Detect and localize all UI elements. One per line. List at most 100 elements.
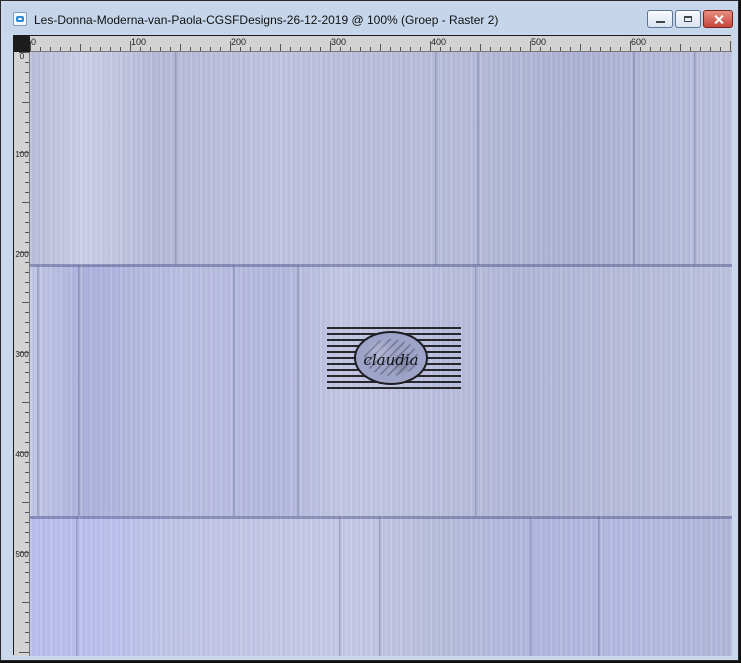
ruler-top-tick <box>100 47 101 51</box>
ruler-top-tick <box>350 47 351 51</box>
ruler-left-tick <box>19 352 29 353</box>
ruler-top-tick <box>700 47 701 51</box>
ruler-top-tick <box>120 47 121 51</box>
ruler-top-tick <box>440 47 441 51</box>
ruler-top-tick <box>200 47 201 51</box>
ruler-top-tick <box>310 47 311 51</box>
ruler-top-tick <box>630 41 631 51</box>
ruler-top-tick <box>660 47 661 51</box>
ruler-top-label-400: 400 <box>431 37 447 47</box>
divider-v-4 <box>633 52 637 265</box>
divider-v-10 <box>475 265 479 516</box>
ruler-top-tick <box>510 47 511 51</box>
ruler-top-tick <box>370 47 371 51</box>
ruler-top-tick <box>290 47 291 51</box>
ruler-top-tick <box>130 41 131 51</box>
ruler-left-tick <box>25 262 29 263</box>
ruler-left-tick <box>19 52 29 53</box>
ruler-left-tick <box>25 562 29 563</box>
ruler-top-tick <box>40 47 41 51</box>
ruler-top-tick <box>590 47 591 51</box>
image-window: Les-Donna-Moderna-van-Paola-CGSFDesigns-… <box>0 0 739 661</box>
ruler-top-tick <box>400 47 401 51</box>
divider-v-2 <box>435 52 439 265</box>
ruler-top-tick <box>530 41 531 51</box>
ruler-left-tick <box>25 82 29 83</box>
left-ruler: 0 100 200 300 400 500 <box>14 52 30 656</box>
close-button[interactable] <box>703 10 733 28</box>
divider-v-9 <box>297 265 301 516</box>
ruler-top-tick <box>730 41 731 51</box>
window-title: Les-Donna-Moderna-van-Paola-CGSFDesigns-… <box>34 13 499 27</box>
ruler-left-tick <box>25 612 29 613</box>
ruler-top-tick <box>190 47 191 51</box>
ruler-left-tick <box>25 172 29 173</box>
ruler-top-tick <box>240 47 241 51</box>
ruler-top-tick <box>520 47 521 51</box>
ruler-top-tick <box>580 44 581 51</box>
divider-v-12 <box>339 516 343 656</box>
ruler-top-tick <box>490 47 491 51</box>
ruler-left-tick <box>19 652 29 653</box>
divider-v-3 <box>477 52 481 265</box>
ruler-left-tick <box>22 202 29 203</box>
ruler-top-tick <box>620 47 621 51</box>
ruler-left-tick <box>22 302 29 303</box>
ruler-left-tick <box>25 482 29 483</box>
ruler-top-label-200: 200 <box>231 37 247 47</box>
ruler-left-tick <box>25 492 29 493</box>
ruler-top-tick <box>380 44 381 51</box>
ruler-left-tick <box>25 322 29 323</box>
ruler-top-tick <box>220 47 221 51</box>
ruler-left-tick <box>25 592 29 593</box>
ruler-top-tick <box>540 47 541 51</box>
top-ruler: 0 100 200 300 400 500 600 <box>30 36 732 52</box>
divider-v-7 <box>78 265 82 516</box>
ruler-top-tick <box>340 47 341 51</box>
ruler-left-tick <box>25 622 29 623</box>
logo-badge: claudia <box>354 331 428 385</box>
ruler-top-label-100: 100 <box>131 37 147 47</box>
minimize-button[interactable] <box>647 10 673 28</box>
claudia-logo: claudia <box>327 327 461 391</box>
title-bar[interactable]: Les-Donna-Moderna-van-Paola-CGSFDesigns-… <box>4 4 735 34</box>
ruler-left-tick <box>25 122 29 123</box>
ruler-top-tick <box>150 47 151 51</box>
ruler-top-tick <box>30 41 31 51</box>
ruler-top-tick <box>670 47 671 51</box>
ruler-top-tick <box>680 44 681 51</box>
ruler-left-tick <box>25 462 29 463</box>
ruler-top-tick <box>500 47 501 51</box>
ruler-top-tick <box>110 47 111 51</box>
ruler-top-tick <box>360 47 361 51</box>
ruler-left-tick <box>25 392 29 393</box>
ruler-left-tick <box>25 572 29 573</box>
ruler-top-tick <box>710 47 711 51</box>
ruler-top-label-600: 600 <box>631 37 647 47</box>
ruler-left-tick <box>22 602 29 603</box>
ruler-left-tick <box>25 472 29 473</box>
ruler-left-tick <box>25 212 29 213</box>
ruler-top-tick <box>420 47 421 51</box>
ruler-left-tick <box>25 112 29 113</box>
ruler-top-tick <box>450 47 451 51</box>
ruler-left-tick <box>25 582 29 583</box>
ruler-top-tick <box>320 47 321 51</box>
ruler-top-tick <box>280 44 281 51</box>
divider-v-15 <box>598 516 602 656</box>
ruler-top-tick <box>410 47 411 51</box>
ruler-left-tick <box>25 242 29 243</box>
ruler-top-label-300: 300 <box>331 37 347 47</box>
divider-v-5 <box>694 52 698 265</box>
ruler-left-tick <box>25 282 29 283</box>
ruler-left-tick <box>25 62 29 63</box>
ruler-top-tick <box>270 47 271 51</box>
ruler-top-tick <box>720 47 721 51</box>
image-canvas[interactable]: claudia <box>30 52 732 656</box>
ruler-left-tick <box>25 522 29 523</box>
maximize-button[interactable] <box>675 10 701 28</box>
divider-v-6 <box>37 265 41 516</box>
ruler-left-tick <box>25 272 29 273</box>
ruler-top-tick <box>180 44 181 51</box>
image-viewport[interactable]: 0 100 200 300 400 500 600 0 100 200 300 … <box>13 35 732 656</box>
